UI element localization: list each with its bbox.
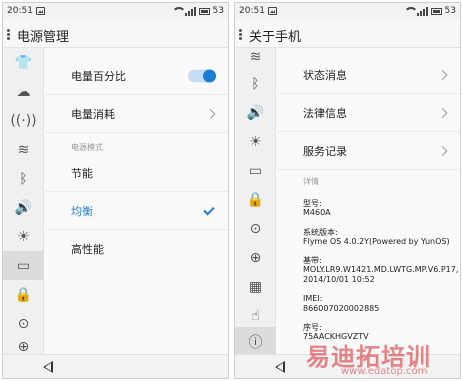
brightness-icon[interactable]: ☀ <box>3 222 44 251</box>
about-content: 状态消息 法律信息 服务记录 详情 型号: M460A 系统版本: Flyme … <box>277 48 460 356</box>
image-notification-icon <box>268 7 277 15</box>
wifi-icon[interactable]: ≋ <box>235 48 276 65</box>
signal-status-icon <box>416 6 428 16</box>
baseband-value: MOLY.LR9.W1421.MD.LWTG.MP.V6.P17, 2014/1… <box>303 265 459 284</box>
lock-icon[interactable]: 🔒 <box>3 280 44 309</box>
battery-usage-row[interactable]: 电量消耗 <box>45 95 228 133</box>
status-info-row[interactable]: 状态消息 <box>277 56 460 94</box>
battery-percent-toggle[interactable] <box>188 69 216 82</box>
volume-icon[interactable]: 🔊 <box>235 98 276 127</box>
option-label: 均衡 <box>71 204 93 218</box>
about-phone-screen: 20:51 53 关于手机 ≋ ᛒ 🔊 ☀ ▭ 🔒 ⊙ ⊕ ▦ ☝ ⓘ 状态消息… <box>234 2 461 379</box>
navigation-bar <box>3 354 228 378</box>
legal-info-row[interactable]: 法律信息 <box>277 94 460 132</box>
power-mode-option-saver[interactable]: 节能 <box>45 154 228 192</box>
battery-status-icon <box>430 7 442 15</box>
status-time: 20:51 <box>239 6 265 16</box>
back-icon[interactable] <box>275 361 285 373</box>
power-mode-option-performance[interactable]: 高性能 <box>45 230 228 268</box>
bluetooth-icon[interactable]: ᛒ <box>235 69 276 98</box>
chevron-right-icon <box>437 107 448 118</box>
battery-status-icon <box>198 7 210 15</box>
signal-status-icon <box>184 6 196 16</box>
cloud-icon[interactable]: ☁ <box>3 77 44 106</box>
battery-icon[interactable]: ▭ <box>235 156 276 185</box>
battery-percent-label: 电量百分比 <box>71 69 126 83</box>
title-bar: 关于手机 <box>235 20 460 48</box>
chevron-right-icon <box>437 145 448 156</box>
watermark-url: www.edatop.com <box>341 366 428 377</box>
service-record-label: 服务记录 <box>303 144 347 158</box>
option-label: 高性能 <box>71 243 104 256</box>
battery-level: 53 <box>212 6 224 16</box>
settings-sidebar: 👕 ☁ ((·)) ≋ ᛒ 🔊 ☀ ▭ 🔒 ⊙ ⊕ <box>3 48 44 356</box>
power-settings-content: 电量百分比 电量消耗 电源模式 节能 均衡 高性能 <box>45 48 228 356</box>
battery-icon[interactable]: ▭ <box>3 251 44 280</box>
status-time: 20:51 <box>7 6 33 16</box>
imei-value: 866007020002885 <box>303 304 380 313</box>
menu-dots-icon[interactable] <box>239 29 243 41</box>
apps-icon[interactable]: ▦ <box>235 272 276 301</box>
signal-icon[interactable]: ((·)) <box>3 106 44 135</box>
power-mode-option-balanced[interactable]: 均衡 <box>45 192 228 230</box>
details-header: 详情 <box>303 177 319 186</box>
hand-icon[interactable]: ☝ <box>235 301 276 330</box>
status-bar: 20:51 53 <box>3 3 228 20</box>
location-icon[interactable]: ⊙ <box>235 214 276 243</box>
power-mode-header: 电源模式 <box>71 143 103 152</box>
wifi-icon[interactable]: ≋ <box>3 135 44 164</box>
checkmark-icon <box>203 203 215 215</box>
imei-label: IMEI: <box>303 294 323 303</box>
chevron-right-icon <box>205 108 216 119</box>
status-info-label: 状态消息 <box>303 68 347 82</box>
status-bar: 20:51 53 <box>235 3 460 20</box>
menu-dots-icon[interactable] <box>7 29 11 41</box>
system-version-value: Flyme OS 4.0.2Y(Powered by YunOS) <box>303 237 450 246</box>
volume-icon[interactable]: 🔊 <box>3 193 44 222</box>
option-label: 节能 <box>71 166 93 180</box>
settings-sidebar: ≋ ᛒ 🔊 ☀ ▭ 🔒 ⊙ ⊕ ▦ ☝ ⓘ <box>235 48 276 356</box>
battery-level: 53 <box>444 6 456 16</box>
battery-percent-row[interactable]: 电量百分比 <box>45 57 228 95</box>
location-icon[interactable]: ⊙ <box>3 309 44 338</box>
shirt-icon[interactable]: 👕 <box>3 48 44 77</box>
page-title: 关于手机 <box>249 30 302 45</box>
brightness-icon[interactable]: ☀ <box>235 127 276 156</box>
bluetooth-icon[interactable]: ᛒ <box>3 164 44 193</box>
model-value: M460A <box>303 208 331 217</box>
service-record-row[interactable]: 服务记录 <box>277 132 460 170</box>
info-icon[interactable]: ⓘ <box>235 327 276 356</box>
back-icon[interactable] <box>43 361 53 373</box>
title-bar: 电源管理 <box>3 20 228 48</box>
wifi-status-icon <box>171 7 186 15</box>
wifi-status-icon <box>403 7 418 15</box>
battery-usage-label: 电量消耗 <box>71 107 115 121</box>
legal-info-label: 法律信息 <box>303 106 347 120</box>
lock-icon[interactable]: 🔒 <box>235 185 276 214</box>
chevron-right-icon <box>437 69 448 80</box>
page-title: 电源管理 <box>17 30 70 45</box>
image-notification-icon <box>36 7 45 15</box>
globe-icon[interactable]: ⊕ <box>235 243 276 272</box>
power-management-screen: 20:51 53 电源管理 👕 ☁ ((·)) ≋ ᛒ 🔊 ☀ ▭ 🔒 ⊙ ⊕ … <box>2 2 229 379</box>
